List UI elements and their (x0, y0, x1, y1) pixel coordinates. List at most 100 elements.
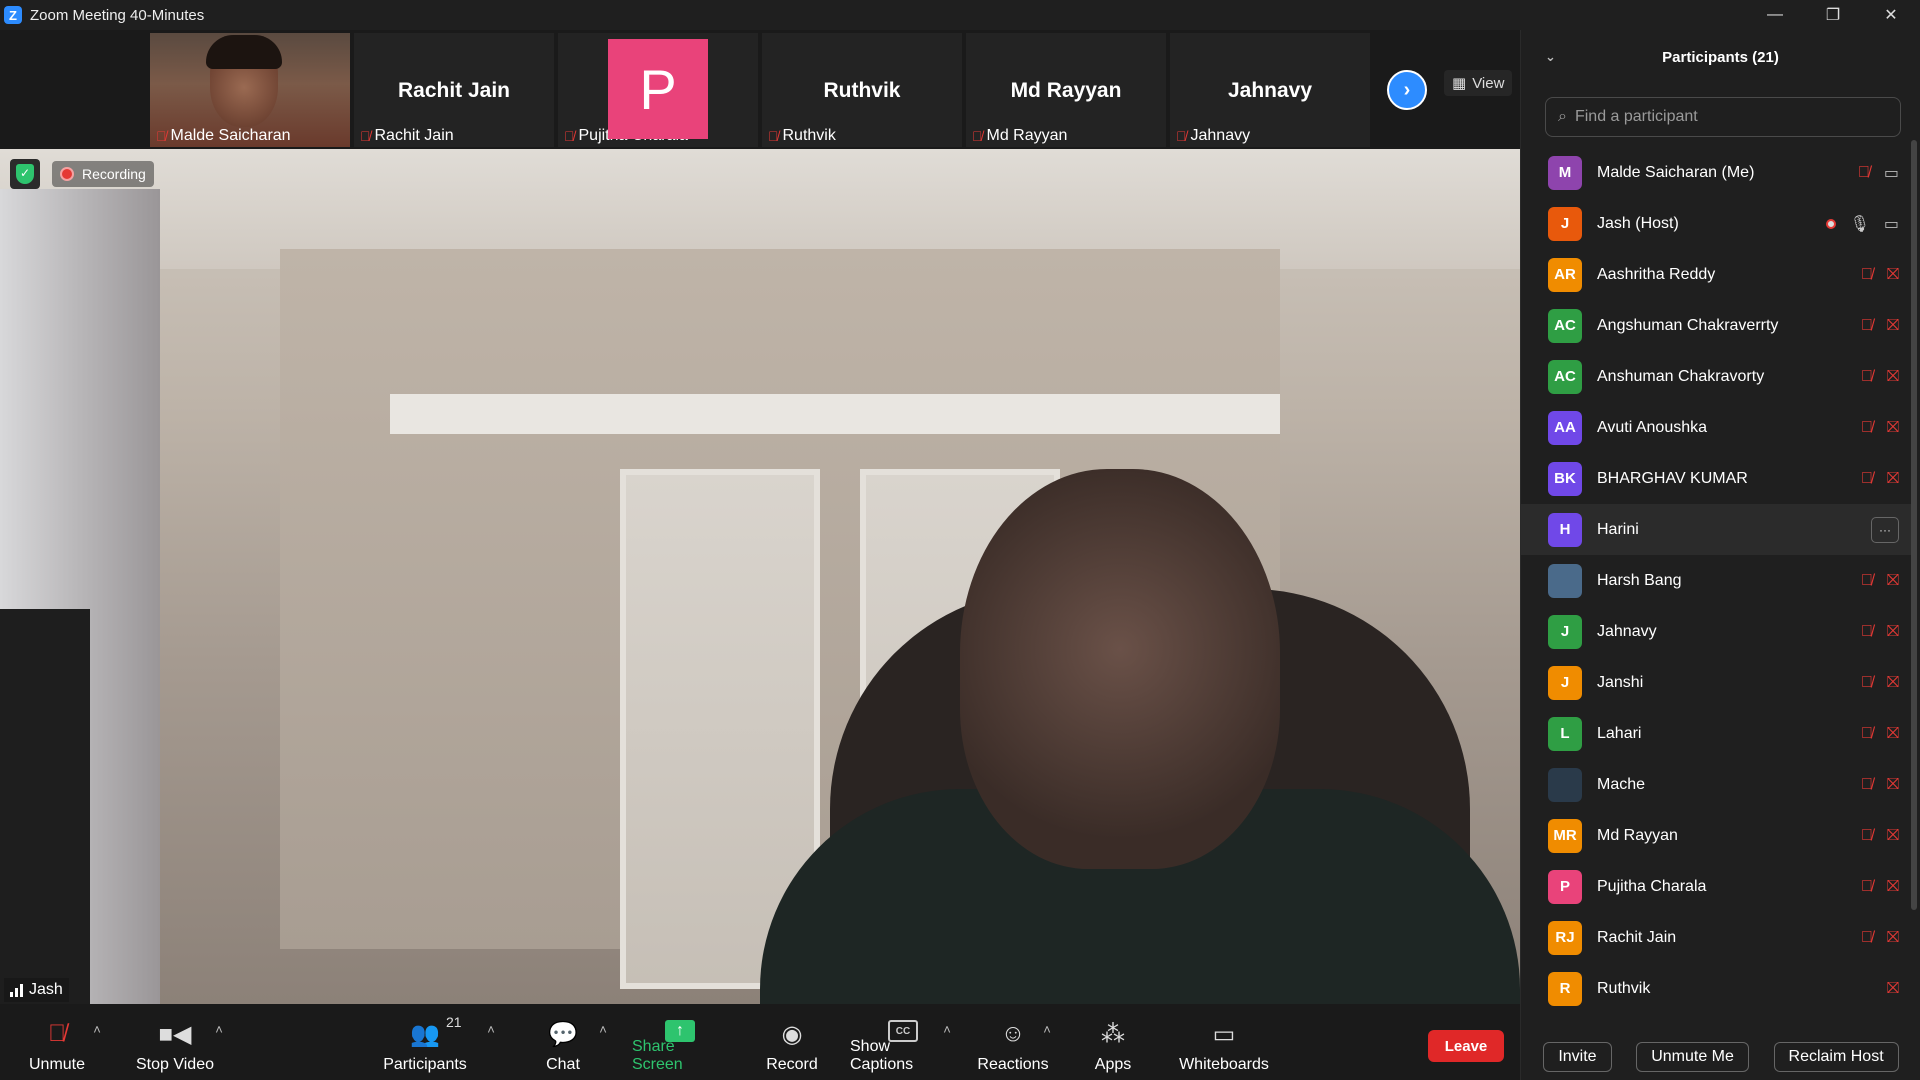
video-camera-icon: ■◀ (158, 1021, 192, 1048)
participant-row[interactable]: J Jash (Host) 🎙 ▭ (1521, 198, 1911, 249)
avatar-photo (1548, 563, 1582, 598)
participants-icon: 👥 (410, 1021, 440, 1048)
video-options-button[interactable]: ˄ (212, 1004, 226, 1080)
mic-muted-icon: 🎙̸ (1857, 163, 1870, 181)
participant-row[interactable]: AR Aashritha Reddy 🎙̸ ⛝ (1521, 249, 1911, 300)
mic-muted-icon: 🎙̸ (1860, 265, 1873, 283)
minimize-icon[interactable]: — (1746, 0, 1804, 30)
participant-status: 🎙 ▭ (1825, 198, 1899, 249)
participant-row[interactable]: P Pujitha Charala 🎙̸ ⛝ (1521, 861, 1911, 912)
video-off-icon: ⛝ (1886, 877, 1899, 895)
more-options-button[interactable]: ··· (1871, 516, 1899, 543)
participant-name: Md Rayyan (1597, 826, 1678, 844)
video-off-icon: ⛝ (1886, 316, 1899, 334)
reactions-button[interactable]: ☺ Reactions (976, 1004, 1050, 1080)
avatar: AR (1548, 257, 1582, 292)
title-bar: Z Zoom Meeting 40-Minutes — ❐ ✕ (0, 0, 1920, 30)
whiteboards-button[interactable]: ▭ Whiteboards (1176, 1004, 1272, 1080)
unmute-me-button[interactable]: Unmute Me (1636, 1042, 1749, 1072)
reclaim-host-button[interactable]: Reclaim Host (1773, 1042, 1899, 1072)
avatar: RJ (1548, 920, 1582, 955)
gallery-tile-malde[interactable]: 🎙̸ Malde Saicharan (150, 33, 350, 147)
participant-row[interactable]: J Janshi 🎙̸ ⛝ (1521, 657, 1911, 708)
record-icon: ◉ (781, 1021, 803, 1048)
apps-icon: ⁂ (1101, 1021, 1125, 1048)
gallery-tile-rachit[interactable]: Rachit Jain 🎙̸ Rachit Jain (354, 33, 554, 147)
reactions-options-button[interactable]: ˄ (1040, 1004, 1054, 1080)
participant-row[interactable]: R Ruthvik ⛝ (1521, 963, 1911, 1014)
participants-options-button[interactable]: ˄ (484, 1004, 498, 1080)
close-icon[interactable]: ✕ (1862, 0, 1920, 30)
participants-count: 21 (446, 1014, 462, 1030)
tile-caption: 🎙̸ Ruthvik (768, 127, 836, 144)
restore-icon[interactable]: ❐ (1804, 0, 1862, 30)
participant-status: 🎙̸ ⛝ (1861, 912, 1899, 963)
chat-button[interactable]: 💬 Chat (540, 1004, 586, 1080)
participant-status: 🎙̸ ⛝ (1861, 555, 1899, 606)
participant-name: Mache (1597, 775, 1646, 793)
tile-caption: 🎙̸ Rachit Jain (360, 127, 454, 144)
participant-status: 🎙̸ ⛝ (1861, 300, 1899, 351)
avatar: P (608, 39, 708, 139)
participant-row[interactable]: Harsh Bang 🎙̸ ⛝ (1521, 555, 1911, 606)
video-off-icon: ⛝ (1886, 469, 1899, 487)
signal-bars-icon (10, 983, 23, 997)
panel-footer: Invite Unmute Me Reclaim Host (1521, 1034, 1920, 1080)
participant-row[interactable]: M Malde Saicharan (Me) 🎙̸ ▭ (1521, 147, 1911, 198)
mic-icon: 🎙 (1849, 215, 1870, 233)
participant-row[interactable]: H Harini ··· (1521, 504, 1911, 555)
participant-row[interactable]: Mache 🎙̸ ⛝ (1521, 759, 1911, 810)
captions-icon: CC (888, 1020, 918, 1042)
share-screen-button[interactable]: ↑ Share Screen (632, 1004, 728, 1080)
captions-options-button[interactable]: ˄ (940, 1004, 954, 1080)
leave-button[interactable]: Leave (1428, 1030, 1504, 1062)
participant-row[interactable]: AC Anshuman Chakravorty 🎙̸ ⛝ (1521, 351, 1911, 402)
participant-name: Malde Saicharan (Me) (1597, 163, 1755, 181)
invite-button[interactable]: Invite (1543, 1042, 1612, 1072)
caret-up-icon: ˄ (943, 1022, 951, 1037)
participant-row[interactable]: AA Avuti Anoushka 🎙̸ ⛝ (1521, 402, 1911, 453)
tile-caption: 🎙̸ Malde Saicharan (156, 127, 291, 144)
stop-video-button[interactable]: ■◀ Stop Video (130, 1004, 220, 1080)
participant-name: Janshi (1597, 673, 1644, 691)
mic-muted-icon: 🎙̸ (1860, 928, 1873, 946)
gallery-tile-jahnavy[interactable]: Jahnavy 🎙̸ Jahnavy (1170, 33, 1370, 147)
participants-button[interactable]: 👥 21 Participants (380, 1004, 470, 1080)
mic-muted-icon: 🎙̸ (1860, 316, 1873, 334)
participant-row[interactable]: L Lahari 🎙̸ ⛝ (1521, 708, 1911, 759)
participant-row[interactable]: BK BHARGHAV KUMAR 🎙̸ ⛝ (1521, 453, 1911, 504)
participant-row[interactable]: RJ Rachit Jain 🎙̸ ⛝ (1521, 912, 1911, 963)
mic-muted-icon: 🎙̸ (1860, 877, 1873, 895)
search-icon: ⌕ (1558, 108, 1567, 125)
gallery-strip: 🎙̸ Malde Saicharan Rachit Jain 🎙̸ Rachit J… (0, 30, 1520, 149)
participant-row[interactable]: J Jahnavy 🎙̸ ⛝ (1521, 606, 1911, 657)
video-off-icon: ⛝ (1886, 775, 1899, 793)
mic-muted-icon: 🎙̸ (1860, 673, 1873, 691)
participant-name: Aashritha Reddy (1597, 265, 1716, 283)
chevron-down-icon[interactable]: ⌄ (1545, 49, 1556, 65)
recording-indicator[interactable]: Recording (52, 161, 154, 187)
mic-muted-icon: 🎙̸ (156, 128, 167, 144)
participant-status: 🎙̸ ⛝ (1861, 657, 1899, 708)
view-button[interactable]: ▦ View (1444, 70, 1513, 96)
audio-options-button[interactable]: ˄ (90, 1004, 104, 1080)
speaker-video (960, 469, 1280, 869)
unmute-button[interactable]: 🎙̸ Unmute (20, 1004, 94, 1080)
gallery-tile-md-rayyan[interactable]: Md Rayyan 🎙̸ Md Rayyan (966, 33, 1166, 147)
participant-row[interactable]: AC Angshuman Chakraverrty 🎙̸ ⛝ (1521, 300, 1911, 351)
gallery-tile-ruthvik[interactable]: Ruthvik 🎙̸ Ruthvik (762, 33, 962, 147)
caret-up-icon: ˄ (487, 1022, 495, 1037)
participant-name: Pujitha Charala (1597, 877, 1707, 895)
security-shield-icon[interactable]: ✓ (10, 159, 40, 189)
meeting-toolbar: 🎙̸ Unmute ˄ ■◀ Stop Video ˄ 👥 21 Partici… (0, 1004, 1520, 1080)
participant-row[interactable]: MR Md Rayyan 🎙̸ ⛝ (1521, 810, 1911, 861)
participant-status: 🎙̸ ⛝ (1861, 606, 1899, 657)
avatar: AA (1548, 410, 1582, 445)
chat-options-button[interactable]: ˄ (596, 1004, 610, 1080)
scrollbar[interactable] (1911, 140, 1917, 910)
search-input[interactable]: ⌕ Find a participant (1545, 97, 1901, 137)
participant-status: 🎙̸ ⛝ (1861, 861, 1899, 912)
record-button[interactable]: ◉ Record (760, 1004, 824, 1080)
next-page-button[interactable]: › (1387, 70, 1427, 110)
apps-button[interactable]: ⁂ Apps (1088, 1004, 1138, 1080)
